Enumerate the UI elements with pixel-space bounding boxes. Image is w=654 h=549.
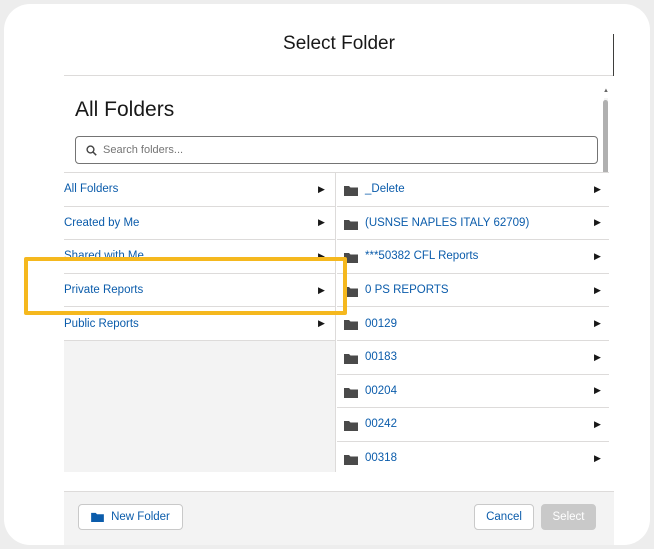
screenshot-frame: Select Folder All Folders ▲ ▼ bbox=[0, 0, 654, 549]
folder-category-label: Created by Me bbox=[64, 216, 140, 229]
card: Select Folder All Folders ▲ ▼ bbox=[4, 4, 650, 545]
folder-item[interactable]: 00318 ▶ bbox=[337, 442, 609, 472]
chevron-right-icon: ▶ bbox=[318, 217, 325, 228]
folder-icon bbox=[344, 421, 358, 432]
chevron-right-icon: ▶ bbox=[318, 250, 325, 261]
folder-category-label: Private Reports bbox=[64, 284, 144, 297]
cancel-button[interactable]: Cancel bbox=[474, 504, 534, 530]
chevron-right-icon: ▶ bbox=[594, 217, 601, 228]
folder-category-shared-with-me[interactable]: Shared with Me ▶ bbox=[64, 240, 335, 274]
folder-icon bbox=[344, 253, 358, 264]
chevron-right-icon: ▶ bbox=[594, 452, 601, 463]
search-box[interactable] bbox=[75, 136, 598, 164]
chevron-right-icon: ▶ bbox=[594, 250, 601, 261]
folder-category-all[interactable]: All Folders ▶ bbox=[64, 173, 335, 207]
new-folder-label: New Folder bbox=[111, 511, 170, 523]
folder-label: 00242 bbox=[365, 418, 397, 431]
section-title: All Folders bbox=[75, 98, 175, 121]
chevron-right-icon: ▶ bbox=[594, 418, 601, 429]
chevron-right-icon: ▶ bbox=[318, 183, 325, 194]
folder-columns: All Folders ▶ Created by Me ▶ Shared wit… bbox=[64, 172, 609, 472]
folder-item[interactable]: 0 PS REPORTS ▶ bbox=[337, 274, 609, 308]
folder-icon bbox=[344, 320, 358, 331]
folder-category-private-reports[interactable]: Private Reports ▶ bbox=[64, 273, 335, 308]
folder-label: _Delete bbox=[365, 183, 405, 196]
folder-item[interactable]: (USNSE NAPLES ITALY 62709) ▶ bbox=[337, 207, 609, 241]
select-folder-dialog: Select Folder All Folders ▲ ▼ bbox=[64, 4, 614, 545]
folder-icon bbox=[344, 454, 358, 465]
dialog-header: Select Folder bbox=[64, 4, 614, 76]
folder-item[interactable]: 00242 ▶ bbox=[337, 408, 609, 442]
folder-label: 00204 bbox=[365, 384, 397, 397]
divider bbox=[613, 34, 614, 76]
folder-category-label: All Folders bbox=[64, 183, 119, 196]
folder-list: _Delete ▶ (USNSE NAPLES ITALY 62709) ▶ *… bbox=[337, 173, 609, 472]
dialog-footer: New Folder Cancel Select bbox=[64, 491, 614, 545]
folder-item[interactable]: 00129 ▶ bbox=[337, 307, 609, 341]
folder-item[interactable]: 00183 ▶ bbox=[337, 341, 609, 375]
chevron-right-icon: ▶ bbox=[318, 318, 325, 329]
new-folder-button[interactable]: New Folder bbox=[78, 504, 183, 530]
folder-item[interactable]: 00204 ▶ bbox=[337, 375, 609, 409]
folder-label: 00183 bbox=[365, 351, 397, 364]
folder-icon bbox=[344, 353, 358, 364]
folder-item[interactable]: ***50382 CFL Reports ▶ bbox=[337, 240, 609, 274]
folder-icon bbox=[344, 387, 358, 398]
chevron-right-icon: ▶ bbox=[594, 183, 601, 194]
folder-category-public-reports[interactable]: Public Reports ▶ bbox=[64, 307, 335, 341]
folder-icon bbox=[344, 286, 358, 297]
folder-category-list: All Folders ▶ Created by Me ▶ Shared wit… bbox=[64, 173, 336, 472]
folder-item[interactable]: _Delete ▶ bbox=[337, 173, 609, 207]
chevron-right-icon: ▶ bbox=[594, 318, 601, 329]
folder-category-label: Shared with Me bbox=[64, 250, 144, 263]
scroll-up-icon[interactable]: ▲ bbox=[603, 88, 609, 94]
folder-label: ***50382 CFL Reports bbox=[365, 250, 479, 263]
folder-label: 00318 bbox=[365, 452, 397, 465]
folder-label: (USNSE NAPLES ITALY 62709) bbox=[365, 216, 530, 229]
folder-icon bbox=[344, 219, 358, 230]
folder-icon bbox=[91, 512, 104, 522]
chevron-right-icon: ▶ bbox=[318, 284, 325, 295]
folder-label: 0 PS REPORTS bbox=[365, 284, 449, 297]
folder-category-label: Public Reports bbox=[64, 317, 139, 330]
search-icon bbox=[86, 144, 97, 156]
select-button[interactable]: Select bbox=[541, 504, 596, 530]
folder-label: 00129 bbox=[365, 317, 397, 330]
chevron-right-icon: ▶ bbox=[594, 284, 601, 295]
dialog-title: Select Folder bbox=[283, 32, 395, 54]
search-input[interactable] bbox=[103, 144, 563, 156]
folder-category-created-by-me[interactable]: Created by Me ▶ bbox=[64, 206, 335, 241]
chevron-right-icon: ▶ bbox=[594, 385, 601, 396]
chevron-right-icon: ▶ bbox=[594, 351, 601, 362]
folder-icon bbox=[344, 186, 358, 196]
